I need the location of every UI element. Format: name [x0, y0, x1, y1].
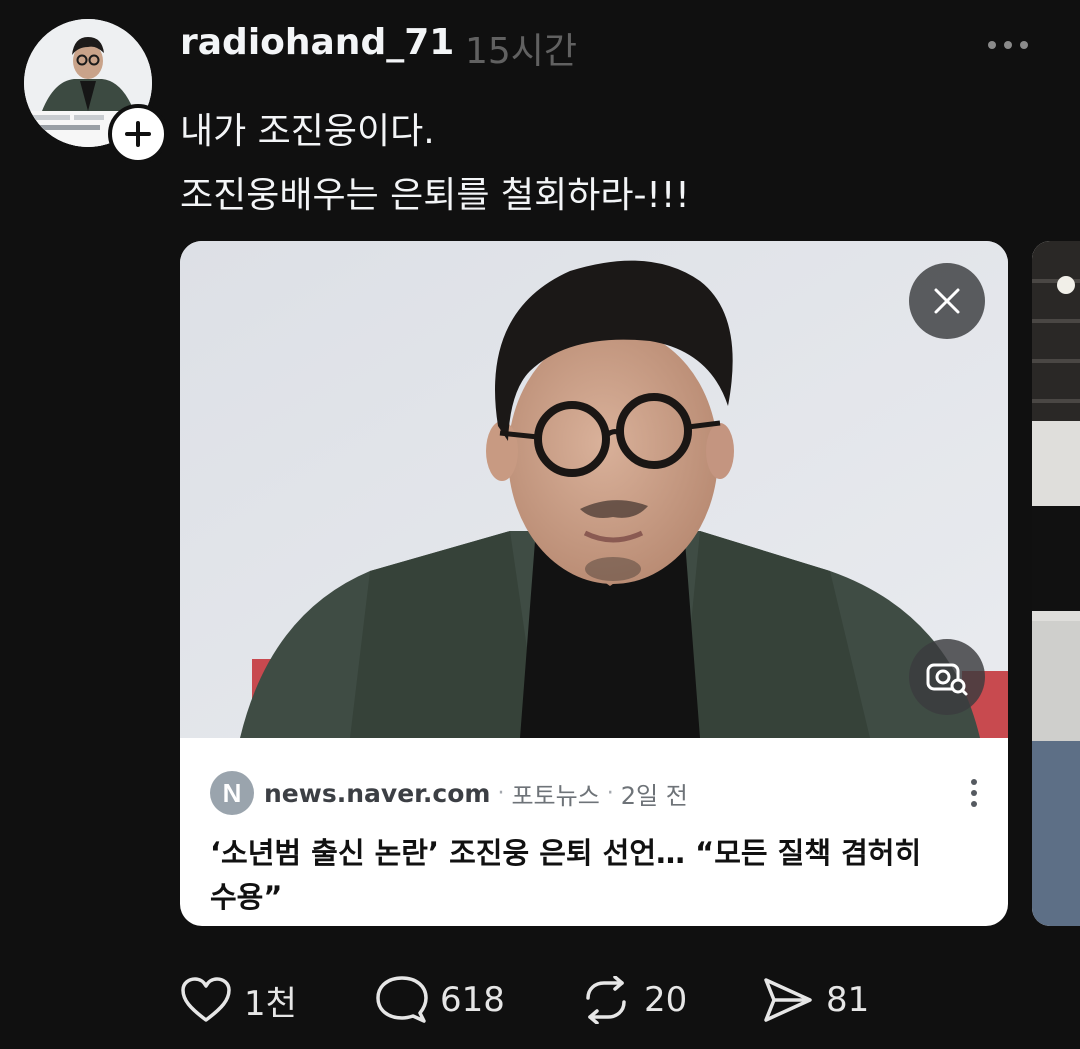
- repost-button[interactable]: 20: [580, 970, 687, 1030]
- like-count: 1천: [244, 983, 297, 1024]
- more-horizontal-icon: [988, 41, 1028, 49]
- headline-line: ‘소년범 출신 논란’ 조진웅 은퇴 선언… “모든 질책 겸허히: [210, 836, 922, 870]
- post-text-line: 내가 조진웅이다.: [180, 111, 435, 152]
- heart-icon: [181, 977, 231, 1022]
- visual-search-button[interactable]: [909, 639, 985, 715]
- source-age: 2일 전: [620, 781, 688, 810]
- follow-button[interactable]: [108, 104, 168, 164]
- like-button[interactable]: 1천: [180, 970, 297, 1030]
- post-text-line: 조진웅배우는 은퇴를 철회하라-!!!: [180, 175, 690, 216]
- post-time: 15시간: [465, 31, 578, 72]
- reply-count: 618: [440, 980, 505, 1020]
- link-source: N news.naver.com · 포토뉴스 · 2일 전: [210, 771, 688, 815]
- next-media-image: [1032, 241, 1080, 926]
- link-headline[interactable]: ‘소년범 출신 논란’ 조진웅 은퇴 선언… “모든 질책 겸허히 수용”: [210, 831, 980, 919]
- remove-preview-button[interactable]: [909, 263, 985, 339]
- source-logo-icon: N: [210, 771, 254, 815]
- card-menu-button[interactable]: [964, 777, 984, 809]
- source-domain: news.naver.com: [264, 778, 491, 808]
- more-options-button[interactable]: [984, 30, 1032, 60]
- post-text: 내가 조진웅이다. 조진웅배우는 은퇴를 철회하라-!!!: [180, 100, 690, 228]
- next-media-peek[interactable]: [1032, 241, 1080, 926]
- plus-icon: [125, 121, 151, 147]
- reply-button[interactable]: 618: [376, 970, 505, 1030]
- send-icon: [764, 978, 812, 1022]
- username[interactable]: radiohand_71: [180, 22, 454, 63]
- source-category: 포토뉴스: [511, 781, 600, 810]
- link-preview-card[interactable]: N news.naver.com · 포토뉴스 · 2일 전 ‘소년범 출신 논…: [180, 241, 1008, 926]
- share-count: 81: [826, 980, 870, 1020]
- comment-icon: [376, 976, 428, 1023]
- separator: ·: [606, 780, 614, 806]
- headline-line: 수용”: [210, 880, 283, 914]
- close-icon: [934, 288, 960, 314]
- actor-photo: [180, 241, 1008, 738]
- repost-count: 20: [644, 980, 688, 1020]
- visual-search-icon: [926, 663, 968, 696]
- more-vertical-icon: [971, 779, 977, 807]
- link-preview-image[interactable]: [180, 241, 1008, 738]
- share-button[interactable]: 81: [762, 970, 869, 1030]
- separator: ·: [497, 780, 505, 806]
- repost-icon: [586, 976, 626, 1024]
